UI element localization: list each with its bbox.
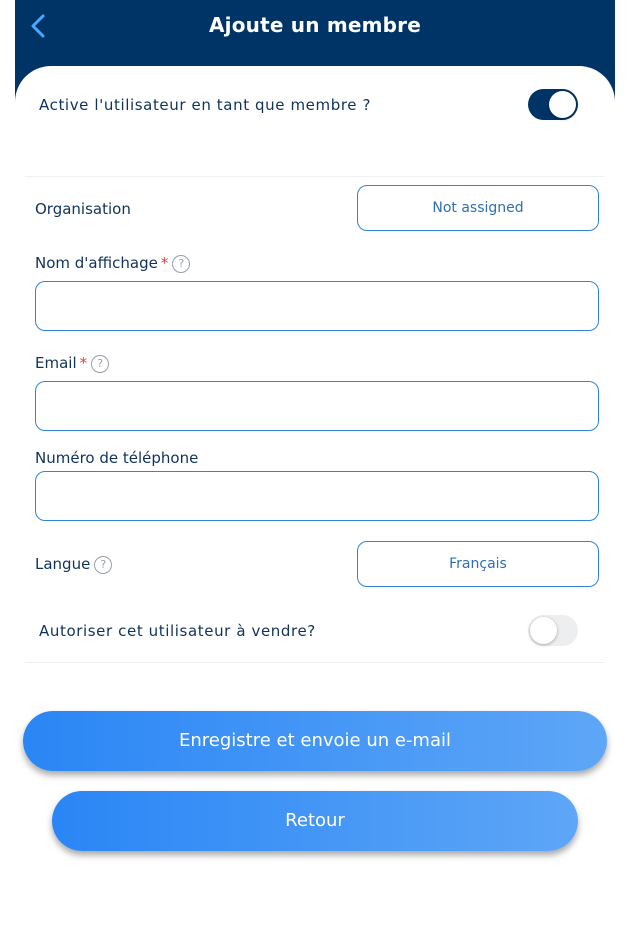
form-card: Active l'utilisateur en tant que membre … [15, 66, 615, 935]
display-name-input[interactable] [35, 281, 599, 331]
back-action-button[interactable]: Retour [52, 791, 578, 851]
display-name-label-text: Nom d'affichage [35, 254, 158, 272]
organisation-label: Organisation [35, 200, 131, 218]
language-select[interactable]: Français [357, 541, 599, 587]
toggle-knob [530, 617, 557, 644]
help-icon[interactable]: ? [172, 255, 191, 273]
page-title: Ajoute un membre [208, 13, 422, 37]
phone-input[interactable] [35, 471, 599, 521]
email-input[interactable] [35, 381, 599, 431]
active-member-label: Active l'utilisateur en tant que membre … [39, 96, 372, 114]
allow-sell-toggle[interactable] [528, 615, 578, 646]
help-icon[interactable]: ? [94, 556, 113, 574]
email-label-text: Email [35, 354, 77, 372]
help-icon[interactable]: ? [91, 355, 110, 373]
phone-label: Numéro de téléphone [35, 449, 199, 467]
allow-sell-label: Autoriser cet utilisateur à vendre? [39, 622, 316, 640]
divider [25, 662, 605, 663]
required-asterisk: * [79, 354, 88, 372]
required-asterisk: * [160, 254, 169, 272]
top-bar: Ajoute un membre [15, 0, 615, 66]
toggle-knob [549, 91, 576, 118]
app-screen: Ajoute un membre Active l'utilisateur en… [15, 0, 615, 935]
save-and-email-button[interactable]: Enregistre et envoie un e-mail [23, 711, 607, 771]
display-name-label: Nom d'affichage *? [35, 254, 191, 273]
divider [25, 176, 605, 177]
organisation-select[interactable]: Not assigned [357, 185, 599, 231]
email-label: Email *? [35, 354, 110, 373]
language-label-text: Langue [35, 555, 91, 573]
active-member-toggle[interactable] [528, 89, 578, 120]
language-label: Langue? [35, 555, 113, 574]
